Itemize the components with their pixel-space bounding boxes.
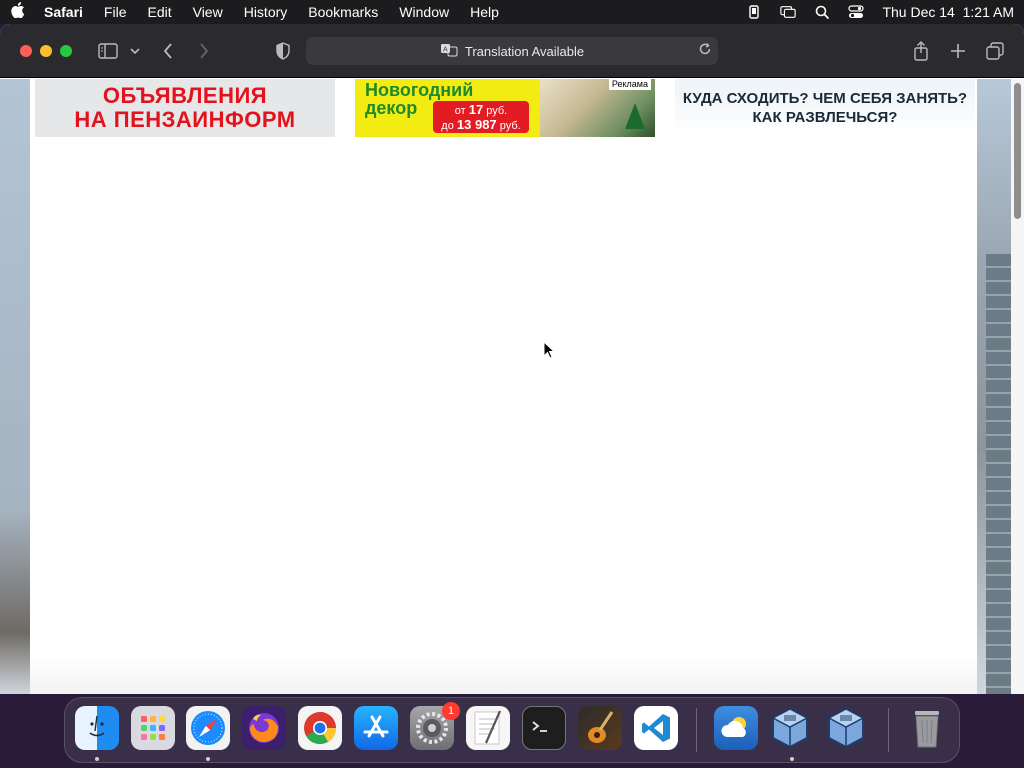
where-banner-line2: КАК РАЗВЛЕЧЬСЯ?: [752, 109, 898, 126]
page-content-area: ОБЪЯВЛЕНИЯ НА ПЕНЗАИНФОРМ Новогодний дек…: [30, 79, 977, 694]
menu-help[interactable]: Help: [470, 4, 499, 20]
notification-badge: 1: [442, 702, 460, 720]
firefox-icon[interactable]: [242, 706, 286, 750]
scrollbar-thumb[interactable]: [1014, 83, 1021, 219]
price-from-prefix: от: [454, 105, 466, 117]
launchpad-icon[interactable]: [131, 706, 175, 750]
weather-icon[interactable]: [714, 706, 758, 750]
privacy-shield-icon[interactable]: [274, 40, 292, 62]
zoom-window-button[interactable]: [60, 45, 72, 57]
virtualbox-icon[interactable]: [768, 706, 812, 750]
translate-icon[interactable]: A: [440, 43, 458, 60]
minimize-window-button[interactable]: [40, 45, 52, 57]
price-to-value: 13 987: [456, 117, 497, 132]
address-bar[interactable]: A Translation Available: [306, 37, 718, 65]
address-text: Translation Available: [464, 43, 585, 59]
menu-history[interactable]: History: [244, 4, 288, 20]
phone-mirror-icon[interactable]: [746, 5, 762, 19]
decor-ad-banner[interactable]: Новогодний декор от 17 руб. до 13 987 ру…: [355, 79, 655, 137]
back-arrow-icon[interactable]: [160, 41, 176, 61]
menu-window[interactable]: Window: [399, 4, 449, 20]
safari-window: A Translation Available ОБЪЯВЛЕНИЯ НА ПЕ…: [0, 24, 1024, 694]
decor-ad-price-from: от 17 руб.: [433, 103, 529, 118]
price-to-unit: руб.: [499, 120, 521, 132]
menu-bar: Safari File Edit View History Bookmarks …: [0, 0, 1024, 24]
price-from-unit: руб.: [486, 105, 508, 117]
price-from-value: 17: [468, 102, 484, 117]
garageband-icon[interactable]: [578, 706, 622, 750]
system-settings-icon[interactable]: 1: [410, 702, 460, 750]
advertisement-label: Реклама: [608, 79, 651, 90]
tab-group-chevron-icon[interactable]: [129, 43, 141, 59]
safari-running-indicator: [206, 757, 210, 761]
menu-view[interactable]: View: [193, 4, 223, 20]
web-page-viewport: ОБЪЯВЛЕНИЯ НА ПЕНЗАИНФОРМ Новогодний дек…: [0, 79, 1024, 694]
trash-icon[interactable]: [905, 706, 949, 750]
menu-edit[interactable]: Edit: [147, 4, 171, 20]
dock: 1: [64, 697, 960, 763]
app-store-icon[interactable]: [354, 706, 398, 750]
chrome-icon[interactable]: [298, 706, 342, 750]
menu-app-name[interactable]: Safari: [44, 4, 83, 20]
apple-menu-icon[interactable]: [10, 2, 26, 22]
menu-bookmarks[interactable]: Bookmarks: [308, 4, 378, 20]
price-to-prefix: до: [441, 120, 454, 132]
ads-banner-line2: НА ПЕНЗАИНФОРМ: [74, 107, 296, 132]
reload-icon[interactable]: [698, 42, 712, 59]
spotlight-search-icon[interactable]: [814, 5, 830, 19]
christmas-tree-icon: [625, 103, 645, 129]
where-to-go-banner[interactable]: КУДА СХОДИТЬ? ЧЕМ СЕБЯ ЗАНЯТЬ? КАК РАЗВЛ…: [675, 79, 975, 137]
share-icon[interactable]: [911, 39, 931, 63]
menu-file[interactable]: File: [104, 4, 127, 20]
screen-mirroring-icon[interactable]: [780, 5, 797, 19]
decor-ad-price-to: до 13 987 руб.: [433, 118, 529, 133]
dock-separator-trash: [888, 708, 889, 752]
background-scenery-left: [0, 79, 30, 694]
tab-overview-icon[interactable]: [985, 41, 1005, 61]
safari-icon[interactable]: [186, 706, 230, 750]
close-window-button[interactable]: [20, 45, 32, 57]
virtualbox-running-indicator: [790, 757, 794, 761]
virtualbox-vm-icon[interactable]: [824, 706, 868, 750]
dock-separator: [696, 708, 697, 752]
safari-toolbar: A Translation Available: [0, 24, 1024, 78]
forward-arrow-icon[interactable]: [196, 41, 212, 61]
finder-icon[interactable]: [75, 706, 119, 750]
new-tab-plus-icon[interactable]: [948, 41, 968, 61]
control-center-icon[interactable]: [848, 5, 865, 19]
decor-ad-title-line1: Новогодний: [365, 80, 474, 100]
vscode-icon[interactable]: [634, 706, 678, 750]
textedit-icon[interactable]: [466, 706, 510, 750]
ads-banner[interactable]: ОБЪЯВЛЕНИЯ НА ПЕНЗАИНФОРМ: [35, 79, 335, 137]
decor-ad-price-box: от 17 руб. до 13 987 руб.: [433, 101, 529, 133]
content-bottom-fade: [30, 656, 977, 694]
terminal-icon[interactable]: [522, 706, 566, 750]
svg-text:A: A: [443, 46, 448, 53]
sidebar-toggle-icon[interactable]: [97, 41, 119, 61]
where-banner-line1: КУДА СХОДИТЬ? ЧЕМ СЕБЯ ЗАНЯТЬ?: [682, 90, 968, 107]
menu-bar-clock[interactable]: Thu Dec 14 1:21 AM: [882, 4, 1014, 20]
background-building: [986, 254, 1011, 694]
ads-banner-line1: ОБЪЯВЛЕНИЯ: [102, 83, 268, 108]
finder-running-indicator: [95, 757, 99, 761]
